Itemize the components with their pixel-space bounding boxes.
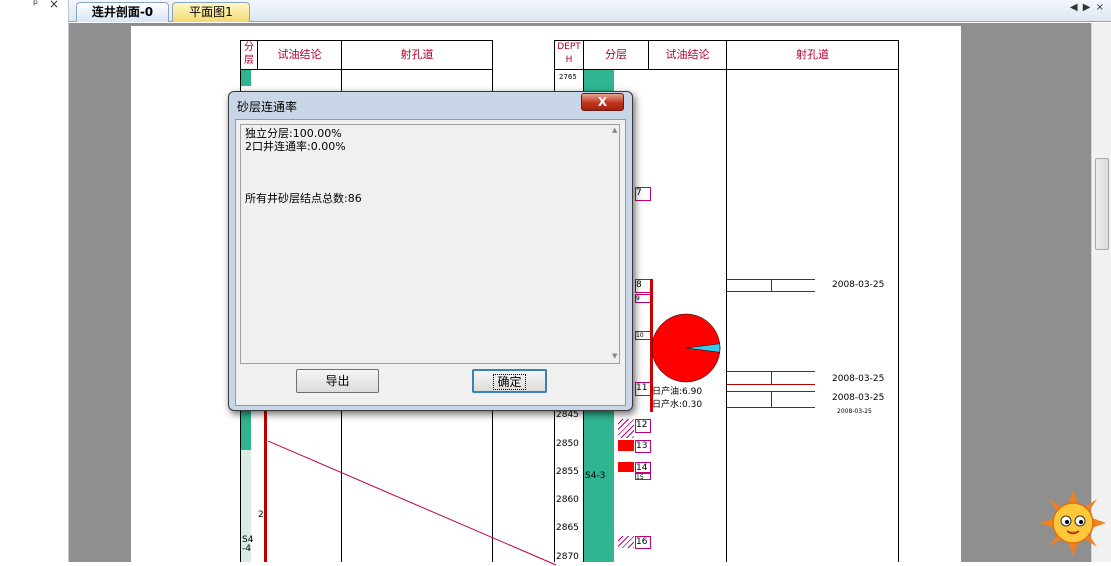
layer-box: 7 bbox=[635, 187, 651, 201]
tab-prev-icon[interactable]: ◀ bbox=[1070, 2, 1079, 13]
right-perf-header: 射孔道 bbox=[726, 40, 899, 70]
perforation-date: 2008-03-25 bbox=[832, 280, 885, 290]
perforation-date: 2008-03-25 bbox=[832, 374, 885, 384]
result-line bbox=[245, 153, 615, 166]
left-layer-column-top bbox=[241, 70, 251, 86]
result-line bbox=[245, 179, 615, 192]
sun-mascot-icon[interactable] bbox=[1040, 490, 1106, 556]
left-test-header: 试油结论 bbox=[257, 40, 342, 70]
left-panel: ᵖ × bbox=[0, 0, 69, 562]
left-layer-header: 分 层 bbox=[240, 40, 258, 70]
tab-navigation: ◀ ▶ × bbox=[1070, 0, 1105, 16]
left-perf-header: 射孔道 bbox=[341, 40, 493, 70]
depth-label: 2870 bbox=[556, 552, 579, 562]
scroll-down-icon[interactable]: ▼ bbox=[612, 352, 617, 360]
right-depth-header: DEPTH bbox=[554, 40, 584, 70]
layer-box: 16 bbox=[635, 536, 651, 549]
result-textbox[interactable]: 独立分层:100.00% 2口井连通率:0.00% 所有井砂层结点总数:86 bbox=[240, 124, 620, 364]
depth-label: 2845 bbox=[556, 410, 579, 420]
oil-production-label: 日产油:6.90 bbox=[652, 387, 703, 397]
depth-label: 2850 bbox=[556, 439, 579, 449]
correlation-line bbox=[268, 441, 557, 566]
result-scrollbar[interactable]: ▲ ▼ bbox=[612, 124, 620, 364]
depth-label: 2865 bbox=[556, 523, 579, 533]
vertical-scrollbar[interactable] bbox=[1091, 23, 1111, 562]
right-divider-3 bbox=[726, 70, 727, 562]
dialog-close-button[interactable]: X bbox=[581, 93, 624, 111]
tab-bar: 连井剖面-0 平面图1 ◀ ▶ × bbox=[69, 0, 1111, 22]
layer-box: 15 bbox=[635, 473, 651, 481]
pin-icon[interactable]: ᵖ bbox=[33, 0, 38, 11]
sand-hatched-block bbox=[618, 536, 634, 548]
tab-well-section[interactable]: 连井剖面-0 bbox=[76, 2, 169, 22]
perforation-date: 2008-03-25 bbox=[832, 393, 885, 403]
dialog-title: 砂层连通率 bbox=[237, 100, 298, 114]
depth-label: 2765 bbox=[559, 73, 577, 81]
perforation-lines bbox=[727, 279, 815, 292]
sand-hatched-block bbox=[618, 419, 634, 438]
layer-box: 14 bbox=[635, 462, 651, 473]
layer-box: 12 bbox=[635, 419, 651, 433]
result-line: 2口井连通率:0.00% bbox=[245, 140, 346, 153]
dialog-body: 独立分层:100.00% 2口井连通率:0.00% 所有井砂层结点总数:86 ▲… bbox=[235, 119, 626, 406]
tab-plan-map[interactable]: 平面图1 bbox=[172, 2, 250, 22]
left-zone-label: S4-4 bbox=[242, 535, 254, 554]
tab-next-icon[interactable]: ▶ bbox=[1083, 2, 1092, 13]
close-icon[interactable]: × bbox=[49, 0, 59, 11]
layer-box: 8 bbox=[635, 279, 651, 293]
right-divider-4 bbox=[898, 70, 899, 562]
perforation-date: 2008-03-25 bbox=[837, 408, 872, 415]
depth-label: 2860 bbox=[556, 495, 579, 505]
result-line: 独立分层:100.00% bbox=[245, 127, 342, 140]
export-button[interactable]: 导出 bbox=[296, 369, 379, 393]
depth-label: 2855 bbox=[556, 467, 579, 477]
left-layer-number: 2 bbox=[258, 510, 264, 520]
scroll-thumb[interactable] bbox=[1095, 158, 1109, 250]
tab-close-icon[interactable]: × bbox=[1096, 2, 1105, 13]
ok-button[interactable]: 确定 bbox=[472, 369, 547, 393]
sand-red-block bbox=[618, 440, 634, 451]
right-layer-header: 分层 bbox=[583, 40, 649, 70]
layer-box: 9 bbox=[635, 294, 651, 303]
left-red-bar bbox=[264, 410, 267, 562]
ok-button-label: 确定 bbox=[493, 374, 526, 390]
result-line bbox=[245, 166, 615, 179]
scroll-up-icon[interactable]: ▲ bbox=[612, 126, 617, 134]
result-line: 所有井砂层结点总数:86 bbox=[245, 192, 362, 205]
perforation-lines bbox=[727, 371, 815, 385]
water-production-label: 日产水:0.30 bbox=[652, 400, 703, 410]
perforation-lines bbox=[727, 391, 815, 408]
connectivity-dialog: 砂层连通率 X 独立分层:100.00% 2口井连通率:0.00% 所有井砂层结… bbox=[228, 91, 633, 411]
sand-red-block bbox=[618, 462, 634, 472]
right-zone-label: S4-3 bbox=[585, 471, 606, 481]
production-pie-chart bbox=[651, 313, 721, 383]
layer-box: 13 bbox=[635, 440, 651, 453]
right-test-header: 试油结论 bbox=[648, 40, 727, 70]
